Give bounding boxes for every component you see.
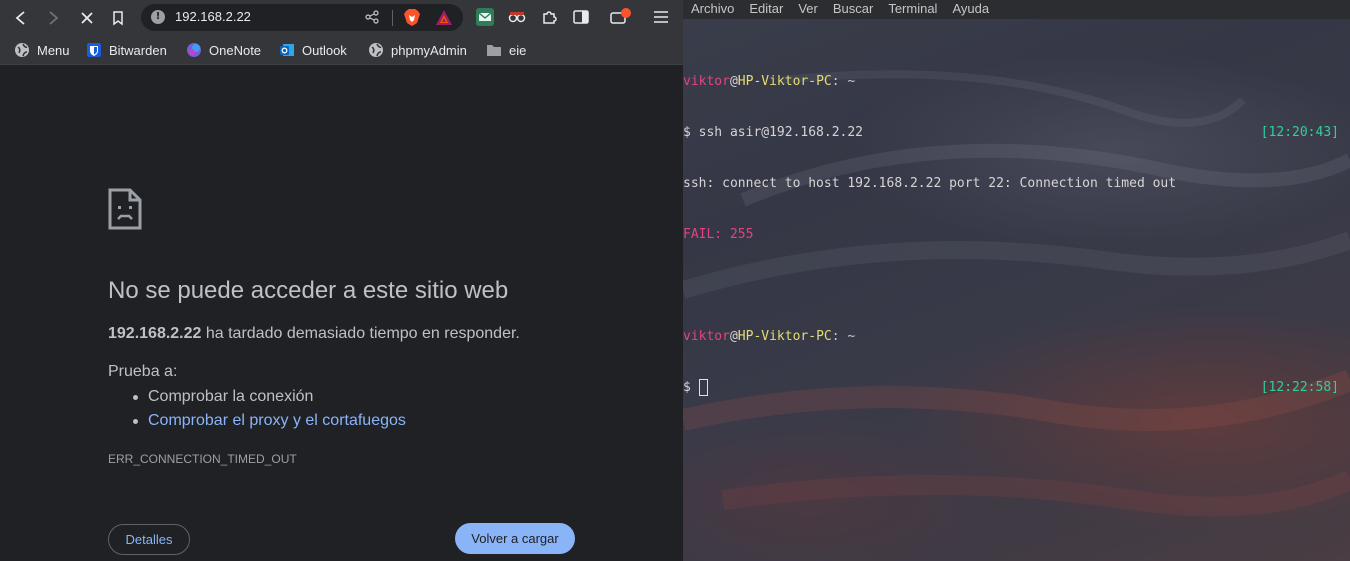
bookmark-button[interactable]	[106, 6, 130, 30]
bookmark-label: Outlook	[302, 42, 347, 58]
bookmarks-bar: Menu Bitwarden OneNote Outlook phpmyAdmi…	[0, 35, 683, 65]
prompt-line: viktor@HP-Viktor-PC: ~	[683, 73, 1350, 90]
error-title: No se puede acceder a este sitio web	[108, 277, 509, 304]
reload-button[interactable]: Volver a cargar	[455, 523, 575, 554]
globe-icon	[15, 43, 29, 57]
sad-document-icon	[108, 188, 142, 230]
bitwarden-icon	[87, 43, 101, 57]
browser-window: ! 192.168.2.22 Menu Bitwarden OneNote Ou…	[0, 0, 683, 561]
bookmark-label: Menu	[37, 42, 70, 58]
error-code: ERR_CONNECTION_TIMED_OUT	[108, 452, 297, 466]
command-line: $ [12:22:58]	[683, 379, 1350, 396]
arrow-right-icon	[49, 11, 59, 25]
bookmark-bitwarden[interactable]: Bitwarden	[86, 41, 167, 59]
share-icon[interactable]	[365, 10, 379, 24]
prompt-path: : ~	[831, 74, 856, 89]
info-icon[interactable]: !	[151, 10, 165, 24]
terminal-window: Archivo Editar Ver Buscar Terminal Ayuda…	[683, 0, 1350, 561]
timestamp: [12:20:43]	[1260, 125, 1339, 140]
try-label: Prueba a:	[108, 363, 178, 380]
prompt-path: : ~	[831, 329, 856, 344]
back-button[interactable]	[9, 6, 33, 30]
menu-ayuda[interactable]: Ayuda	[952, 0, 989, 19]
address-bar[interactable]: ! 192.168.2.22	[141, 4, 463, 31]
folder-icon	[487, 45, 501, 56]
bookmark-label: Bitwarden	[109, 42, 167, 58]
menu-ver[interactable]: Ver	[798, 0, 818, 19]
brave-rewards-icon[interactable]	[435, 9, 453, 26]
outlook-icon	[280, 44, 294, 56]
close-icon	[81, 12, 93, 24]
menu-editar[interactable]: Editar	[749, 0, 783, 19]
glasses-extension-icon[interactable]	[508, 8, 526, 26]
details-button[interactable]: Detalles	[108, 524, 190, 555]
stop-button[interactable]	[75, 6, 99, 30]
bookmark-label: phpmyAdmin	[391, 42, 467, 58]
onenote-icon	[187, 43, 201, 57]
menu-archivo[interactable]: Archivo	[691, 0, 734, 19]
suggestions-list: Comprobar la conexión Comprobar el proxy…	[130, 386, 406, 434]
error-description-text: ha tardado demasiado tiempo en responder…	[201, 325, 520, 342]
prompt-host: HP-Viktor-PC	[737, 329, 832, 344]
fail-status: FAIL: 255	[683, 227, 754, 242]
fail-line: FAIL: 255	[683, 226, 1350, 243]
browser-toolbar: ! 192.168.2.22	[0, 0, 683, 35]
timestamp: [12:22:58]	[1260, 380, 1339, 395]
prompt-user: viktor	[683, 329, 730, 344]
bookmark-icon	[113, 11, 123, 26]
bookmark-folder-eie[interactable]: eie	[486, 41, 526, 59]
terminal-menubar: Archivo Editar Ver Buscar Terminal Ayuda	[683, 0, 1350, 19]
bookmark-outlook[interactable]: Outlook	[279, 41, 347, 59]
mail-extension-icon[interactable]	[476, 8, 494, 26]
bookmark-onenote[interactable]: OneNote	[186, 41, 261, 59]
command-line: $ ssh asir@192.168.2.22 [12:20:43]	[683, 124, 1350, 141]
bookmark-label: OneNote	[209, 42, 262, 58]
prompt-host: HP-Viktor-PC	[737, 74, 832, 89]
extensions-puzzle-icon[interactable]	[540, 8, 558, 26]
output-line: ssh: connect to host 192.168.2.22 port 2…	[683, 175, 1350, 192]
menu-buscar[interactable]: Buscar	[833, 0, 873, 19]
brave-shields-icon[interactable]	[403, 8, 421, 27]
separator	[392, 10, 393, 26]
bookmark-phpmyadmin[interactable]: phpmyAdmin	[368, 41, 467, 59]
prompt-line: viktor@HP-Viktor-PC: ~	[683, 328, 1350, 345]
prompt-at: @	[729, 329, 738, 344]
arrow-left-icon	[15, 11, 25, 25]
menu-terminal[interactable]: Terminal	[888, 0, 937, 19]
forward-button[interactable]	[41, 6, 65, 30]
bookmark-label: eie	[509, 42, 527, 58]
error-host: 192.168.2.22	[108, 325, 202, 342]
command-text: $	[683, 380, 699, 395]
globe-icon	[369, 43, 383, 57]
command-text: $ ssh asir@192.168.2.22	[683, 125, 864, 140]
menu-hamburger-icon[interactable]	[652, 8, 670, 26]
wallet-icon[interactable]	[610, 8, 631, 26]
prompt-user: viktor	[683, 74, 730, 89]
suggestion-check-connection: Comprobar la conexión	[130, 386, 406, 410]
url-text[interactable]: 192.168.2.22	[175, 9, 251, 24]
sidebar-toggle-icon[interactable]	[572, 8, 590, 26]
text-cursor	[698, 379, 708, 396]
bookmark-menu[interactable]: Menu	[14, 41, 70, 59]
output-text: ssh: connect to host 192.168.2.22 port 2…	[683, 176, 1177, 191]
suggestion-check-proxy-link[interactable]: Comprobar el proxy y el cortafuegos	[130, 410, 406, 434]
terminal-output[interactable]: viktor@HP-Viktor-PC: ~ $ ssh asir@192.16…	[683, 39, 1350, 430]
error-description: 192.168.2.22 ha tardado demasiado tiempo…	[108, 325, 520, 343]
prompt-at: @	[729, 74, 738, 89]
